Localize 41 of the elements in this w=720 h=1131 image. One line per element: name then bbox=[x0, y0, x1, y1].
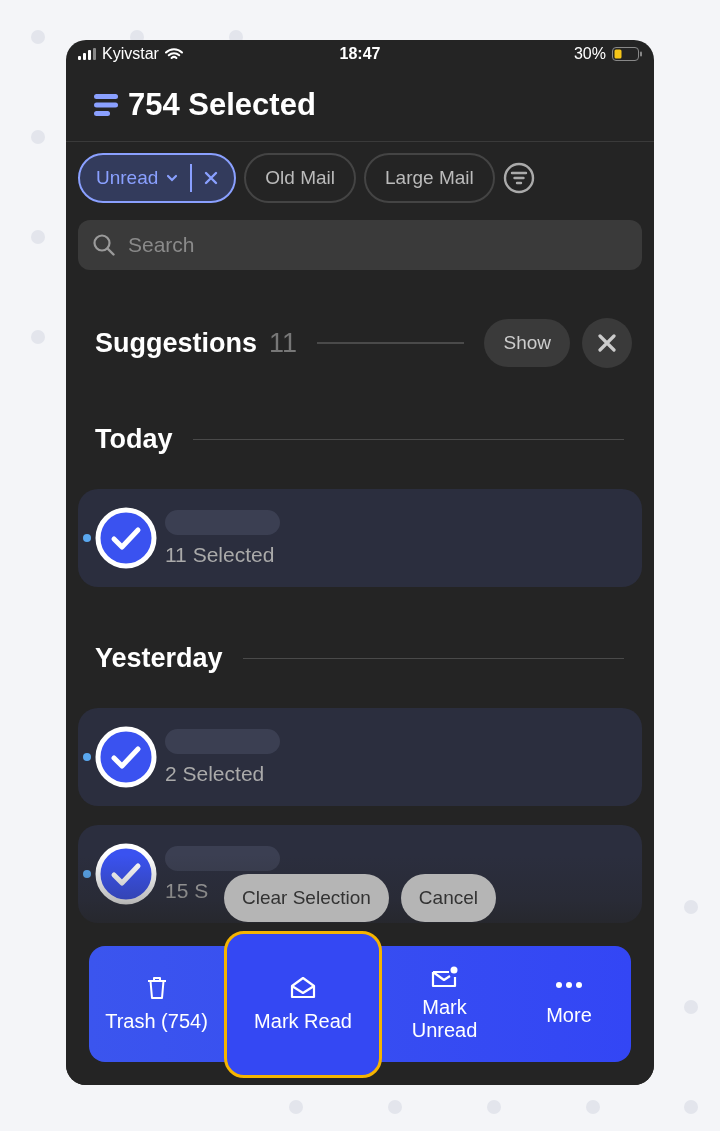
action-button[interactable]: Trash (754) bbox=[89, 946, 224, 1062]
filter-chip[interactable]: Old Mail bbox=[244, 153, 356, 203]
filter-icon[interactable] bbox=[502, 162, 535, 194]
wifi-icon bbox=[164, 47, 183, 61]
filter-label[interactable]: Unread bbox=[96, 167, 159, 189]
checkbox[interactable] bbox=[95, 726, 157, 788]
trash-icon bbox=[145, 975, 168, 1000]
open-envelope-icon bbox=[289, 975, 317, 1000]
filter-chip[interactable]: Large Mail bbox=[364, 153, 495, 203]
close-icon[interactable] bbox=[204, 171, 219, 185]
signal-icon bbox=[78, 48, 96, 60]
action-button[interactable]: Mark Read bbox=[224, 930, 382, 1078]
mail-group-card[interactable]: 2 Selected bbox=[78, 708, 642, 806]
section-heading: Yesterday bbox=[95, 643, 223, 674]
selection-button[interactable]: Clear Selection bbox=[224, 874, 389, 922]
search-icon bbox=[92, 233, 116, 257]
action-button[interactable]: More bbox=[507, 946, 631, 1062]
mail-group-card[interactable]: 11 Selected bbox=[78, 489, 642, 587]
filter-chip[interactable]: Unread bbox=[78, 153, 237, 203]
selected-count: 15 S bbox=[165, 878, 209, 903]
close-icon bbox=[598, 334, 616, 352]
carrier-name: Kyivstar bbox=[102, 45, 159, 63]
clock-time: 18:47 bbox=[339, 45, 381, 63]
search-field[interactable]: Search bbox=[78, 220, 642, 270]
close-button[interactable] bbox=[582, 318, 632, 368]
checkbox[interactable] bbox=[95, 507, 157, 569]
suggestions-count: 11 bbox=[269, 327, 298, 359]
battery-percent: 30% bbox=[573, 45, 606, 63]
envelope-icon bbox=[430, 966, 459, 990]
checkbox[interactable] bbox=[95, 843, 157, 905]
chevron-down-icon bbox=[166, 174, 179, 182]
section-heading: Today bbox=[95, 424, 173, 455]
show-button[interactable]: Show bbox=[484, 319, 570, 367]
action-button[interactable]: Mark Unread bbox=[382, 946, 507, 1062]
battery-icon bbox=[612, 47, 642, 61]
selected-count: 11 Selected bbox=[165, 542, 275, 567]
menu-icon[interactable] bbox=[94, 93, 118, 116]
page-title: 754 Selected bbox=[128, 86, 316, 123]
suggestions-heading: Suggestions bbox=[95, 327, 257, 359]
selected-count: 2 Selected bbox=[165, 761, 265, 786]
more-icon bbox=[556, 981, 582, 988]
